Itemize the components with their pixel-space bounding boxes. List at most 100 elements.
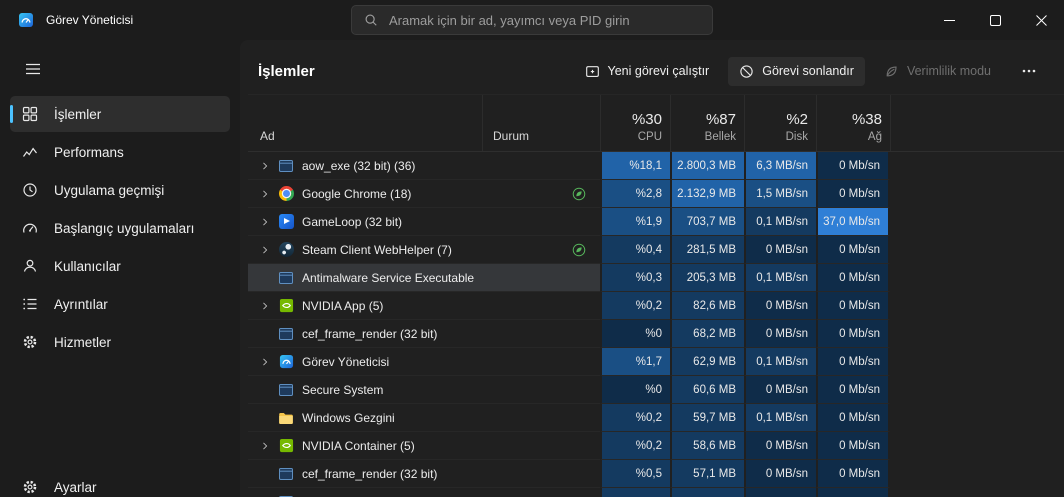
network-value-cell: 0 Mb/sn [816,152,890,180]
nvidia-icon [278,298,294,313]
taskmgr-icon [278,354,294,369]
process-row[interactable]: NVIDIA App (5) %0,2 82,6 MB 0 MB/sn 0 Mb… [248,292,1064,320]
expand-chevron-icon[interactable] [260,217,274,227]
process-row[interactable]: Secure System %0 60,6 MB 0 MB/sn 0 Mb/sn [248,376,1064,404]
disk-value-cell: 0 MB/sn [744,320,816,348]
memory-value-cell: 62,9 MB [670,348,744,376]
minimize-button[interactable] [926,0,972,40]
row-filler [890,432,1064,460]
row-filler [890,460,1064,488]
network-value-cell: 0 Mb/sn [816,432,890,460]
network-value-cell [816,488,890,497]
sidebar-item-performans[interactable]: Performans [10,134,230,170]
column-header-cpu[interactable]: %30 CPU [600,95,670,151]
column-header-status[interactable]: Durum [482,95,600,151]
expand-chevron-icon[interactable] [260,441,274,451]
disk-value-cell [744,488,816,497]
sidebar-item-islemler[interactable]: İşlemler [10,96,230,132]
startup-icon [20,220,40,236]
process-row[interactable] [248,488,1064,497]
sidebar-item-ayarlar[interactable]: Ayarlar [10,469,230,497]
services-icon [20,334,40,350]
process-name: aow_exe (32 bit) (36) [302,158,416,173]
sidebar-item-kullanicilar[interactable]: Kullanıcılar [10,248,230,284]
details-icon [20,296,40,312]
network-value-cell: 0 Mb/sn [816,236,890,264]
cpu-value-cell: %0 [600,320,670,348]
column-header-memory[interactable]: %87 Bellek [670,95,744,151]
process-name: NVIDIA App (5) [302,298,384,313]
cpu-total-percent: %30 [631,111,662,128]
cpu-value-cell: %18,1 [600,152,670,180]
process-row[interactable]: GameLoop (32 bit) %1,9 703,7 MB 0,1 MB/s… [248,208,1064,236]
app-window-icon [278,158,294,174]
sidebar-nav: İşlemler Performans Uygulama geçmişi Baş… [0,94,240,362]
disk-value-cell: 0 MB/sn [744,376,816,404]
expand-chevron-icon[interactable] [260,189,274,199]
network-value-cell: 37,0 Mb/sn [816,208,890,236]
cpu-value-cell: %0,2 [600,432,670,460]
efficiency-mode-label: Verimlilik modu [906,64,991,78]
process-row[interactable]: NVIDIA Container (5) %0,2 58,6 MB 0 MB/s… [248,432,1064,460]
efficiency-leaf-icon [884,64,899,79]
expand-chevron-icon[interactable] [260,301,274,311]
folder-icon [278,410,294,426]
column-header-name[interactable]: Ad [248,95,482,151]
sidebar-item-label: İşlemler [54,106,102,122]
process-row[interactable]: Windows Gezgini %0,2 59,7 MB 0,1 MB/sn 0… [248,404,1064,432]
process-name: Steam Client WebHelper (7) [302,242,452,257]
settings-icon [20,479,40,495]
disk-value-cell: 0 MB/sn [744,236,816,264]
memory-column-label: Bellek [704,131,736,143]
process-name: cef_frame_render (32 bit) [302,466,438,481]
memory-value-cell: 281,5 MB [670,236,744,264]
sidebar-item-label: Performans [54,144,124,160]
search-input[interactable] [387,11,700,29]
run-new-task-button[interactable]: Yeni görevi çalıştır [574,57,721,86]
hamburger-menu-button[interactable] [16,54,50,84]
network-value-cell: 0 Mb/sn [816,348,890,376]
memory-value-cell: 60,6 MB [670,376,744,404]
cpu-value-cell: %0,5 [600,460,670,488]
process-row[interactable]: cef_frame_render (32 bit) %0 68,2 MB 0 M… [248,320,1064,348]
disk-value-cell: 0,1 MB/sn [744,264,816,292]
disk-value-cell: 0 MB/sn [744,460,816,488]
process-row[interactable]: Görev Yöneticisi %1,7 62,9 MB 0,1 MB/sn … [248,348,1064,376]
process-row[interactable]: Steam Client WebHelper (7) %0,4 281,5 MB… [248,236,1064,264]
search-box[interactable] [351,5,713,35]
disk-value-cell: 0 MB/sn [744,432,816,460]
expand-chevron-icon[interactable] [260,357,274,367]
sidebar-item-baslangic-uygulamalari[interactable]: Başlangıç uygulamaları [10,210,230,246]
steam-icon [278,242,294,257]
cpu-value-cell [600,488,670,497]
end-task-icon [739,64,754,79]
sidebar: İşlemler Performans Uygulama geçmişi Baş… [0,40,240,497]
new-task-icon [585,64,600,79]
process-row[interactable]: Antimalware Service Executable %0,3 205,… [248,264,1064,292]
process-status-cell [482,460,600,488]
process-status-cell [482,404,600,432]
network-value-cell: 0 Mb/sn [816,292,890,320]
process-row[interactable]: aow_exe (32 bit) (36) %18,1 2.800,3 MB 6… [248,152,1064,180]
efficiency-mode-button[interactable]: Verimlilik modu [873,57,1002,86]
maximize-button[interactable] [972,0,1018,40]
end-task-button[interactable]: Görevi sonlandır [728,56,865,86]
close-button[interactable] [1018,0,1064,40]
memory-value-cell: 58,6 MB [670,432,744,460]
memory-value-cell: 68,2 MB [670,320,744,348]
column-header-disk[interactable]: %2 Disk [744,95,816,151]
gameloop-icon [278,214,294,229]
expand-chevron-icon[interactable] [260,161,274,171]
process-row[interactable]: cef_frame_render (32 bit) %0,5 57,1 MB 0… [248,460,1064,488]
sidebar-item-uygulama-gecmisi[interactable]: Uygulama geçmişi [10,172,230,208]
sidebar-item-ayrintilar[interactable]: Ayrıntılar [10,286,230,322]
column-header-network[interactable]: %38 Ağ [816,95,890,151]
users-icon [20,258,40,274]
disk-value-cell: 0,1 MB/sn [744,208,816,236]
disk-value-cell: 6,3 MB/sn [744,152,816,180]
more-options-button[interactable] [1010,62,1048,80]
sidebar-item-hizmetler[interactable]: Hizmetler [10,324,230,360]
expand-chevron-icon[interactable] [260,245,274,255]
sidebar-item-label: Kullanıcılar [54,258,121,274]
process-row[interactable]: Google Chrome (18) %2,8 2.132,9 MB 1,5 M… [248,180,1064,208]
